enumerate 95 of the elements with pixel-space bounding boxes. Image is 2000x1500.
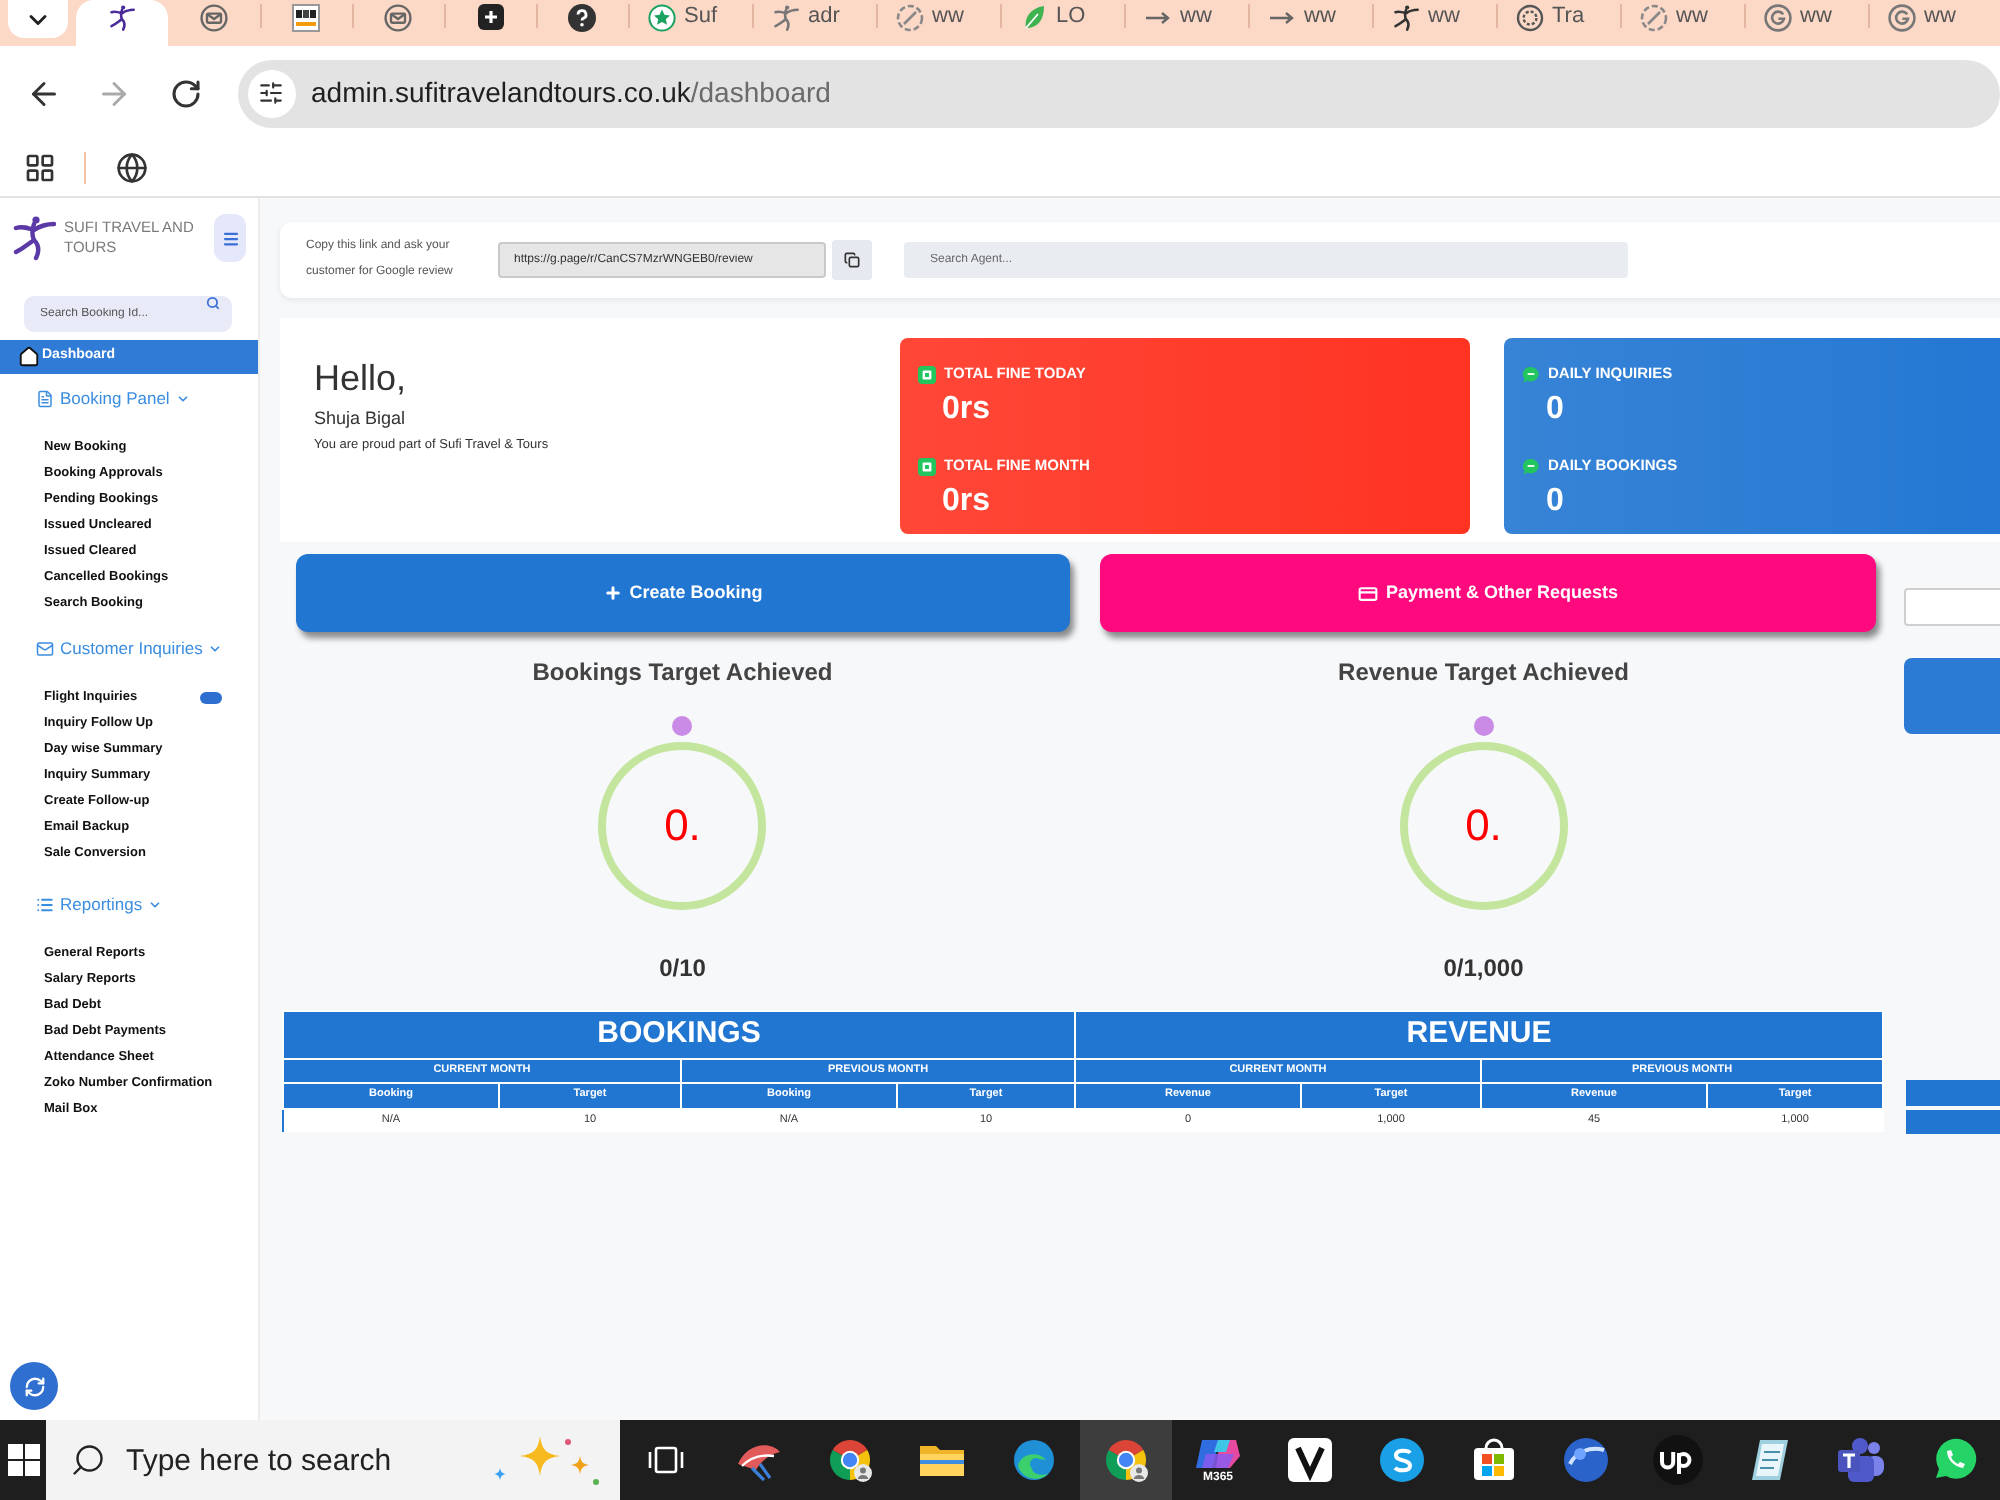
handle-dot-icon: [672, 716, 693, 736]
search-icon: [70, 1442, 106, 1478]
sidebar-section-toggle[interactable]: Booking Panel: [36, 386, 190, 410]
envelope-icon: [36, 639, 54, 657]
refresh-button[interactable]: [10, 1362, 58, 1410]
envelope-icon: [384, 3, 412, 31]
browser-tab[interactable]: Tra: [1496, 0, 1620, 46]
apps-grid-icon[interactable]: [24, 152, 56, 184]
bubble-stat-icon: [1522, 457, 1540, 475]
phone-chat-icon: [1930, 1436, 1978, 1484]
square-stat-icon: [918, 457, 936, 475]
taskbar-search-field[interactable]: Type here to search: [46, 1420, 620, 1500]
copy-button[interactable]: [832, 240, 872, 280]
leaf-icon: [1020, 3, 1048, 31]
stat-value: 0rs: [942, 482, 993, 522]
panel-block: [1904, 658, 2000, 734]
figure-logo-icon: [1392, 3, 1420, 31]
list-icon: [36, 895, 54, 913]
figure-logo-icon: [108, 3, 136, 31]
gauge-title: Bookings Target Achieved: [532, 658, 833, 686]
browser-icon: [826, 1436, 874, 1484]
people-app-icon: [1836, 1436, 1888, 1484]
folder-icon: [918, 1440, 966, 1480]
action-button[interactable]: Create Booking: [296, 554, 1070, 632]
refresh-icon: [23, 1375, 45, 1397]
sidebar-section-toggle[interactable]: Customer Inquiries: [36, 636, 223, 660]
browser-tab[interactable]: ww: [1248, 0, 1372, 46]
gauge-value: 0.: [664, 802, 701, 850]
browser-icon: [1102, 1436, 1150, 1484]
up-logo-icon: [1652, 1434, 1704, 1486]
figure-logo-icon: [772, 3, 800, 31]
g-logo-icon: [1764, 3, 1792, 31]
plus-square-icon: [477, 4, 503, 30]
striped-tile-icon: [292, 3, 320, 31]
chevron-icon: [175, 391, 190, 405]
browser-tab[interactable]: ww: [1124, 0, 1248, 46]
task-view-icon: [648, 1442, 684, 1478]
site-settings-icon[interactable]: [247, 69, 295, 117]
g-logo-icon: [1888, 3, 1916, 31]
group-header: BOOKINGS: [283, 1011, 1075, 1058]
card-icon: [1357, 583, 1378, 603]
input-field[interactable]: [1904, 588, 2000, 626]
ring-logo-icon: [1516, 3, 1544, 31]
store-icon: [1472, 1438, 1516, 1482]
office-app-icon: [1194, 1435, 1242, 1471]
notepad-icon: [1748, 1436, 1792, 1484]
gauge-title: Revenue Target Achieved: [1338, 658, 1629, 686]
chevron-icon: [148, 897, 163, 911]
sphere-app-icon: [1562, 1436, 1610, 1484]
v-logo-icon: [1288, 1438, 1332, 1482]
reload-icon: [169, 77, 202, 109]
envelope-icon: [200, 3, 228, 31]
help-icon: [568, 3, 596, 31]
slashed-circle-icon: [1640, 3, 1668, 31]
swirl-browser-icon: [1010, 1436, 1058, 1484]
handle-dot-icon: [1473, 716, 1494, 736]
gauge-reading: 0/1,000: [1443, 954, 1524, 982]
stat-value: 0: [1546, 482, 1566, 522]
house-icon: [18, 346, 40, 368]
brand-logo-icon: [10, 214, 58, 262]
browser-tab[interactable]: Suf: [628, 0, 752, 46]
browser-tab[interactable]: ww: [1744, 0, 1868, 46]
browser-tab[interactable]: LO: [1000, 0, 1124, 46]
chevron-icon: [208, 641, 223, 655]
chat-app-icon: [1378, 1436, 1426, 1484]
globe-icon[interactable]: [116, 152, 148, 184]
tab-search-button[interactable]: [8, 0, 68, 38]
document-icon: [36, 389, 54, 407]
gauge-value: 0.: [1465, 802, 1502, 850]
menu-icon: [221, 229, 239, 247]
gauge-reading: 0/10: [659, 954, 706, 982]
stat-value: 0: [1546, 390, 1566, 430]
action-button[interactable]: Payment & Other Requests: [1100, 554, 1876, 632]
menu-toggle-button[interactable]: [214, 214, 246, 262]
address-field[interactable]: admin.sufitravelandtours.co.uk/dashboard: [237, 59, 2000, 127]
browser-tab[interactable]: ww: [1620, 0, 1744, 46]
user-name: Shuja Bigal: [314, 406, 408, 430]
browser-tab[interactable]: [76, 0, 168, 46]
stat-value: 0rs: [942, 390, 993, 430]
copy-icon: [844, 252, 860, 268]
table-header-strip: [1906, 1080, 2000, 1106]
bubble-stat-icon: [1522, 365, 1540, 383]
browser-tab[interactable]: ww: [876, 0, 1000, 46]
square-stat-icon: [918, 365, 936, 383]
browser-tab[interactable]: ww: [1868, 0, 1992, 46]
search-icon: [206, 295, 220, 309]
table-header-strip: [1906, 1110, 2000, 1134]
browser-tab[interactable]: adr: [752, 0, 876, 46]
greeting: Hello,: [314, 356, 409, 400]
browser-tab[interactable]: ww: [1372, 0, 1496, 46]
windows-logo-icon: [7, 1444, 39, 1476]
slashed-circle-icon: [896, 3, 924, 31]
taskbar-app-button[interactable]: [1080, 1420, 1172, 1500]
plus-icon: [603, 584, 622, 602]
group-header: REVENUE: [1075, 1011, 1884, 1058]
